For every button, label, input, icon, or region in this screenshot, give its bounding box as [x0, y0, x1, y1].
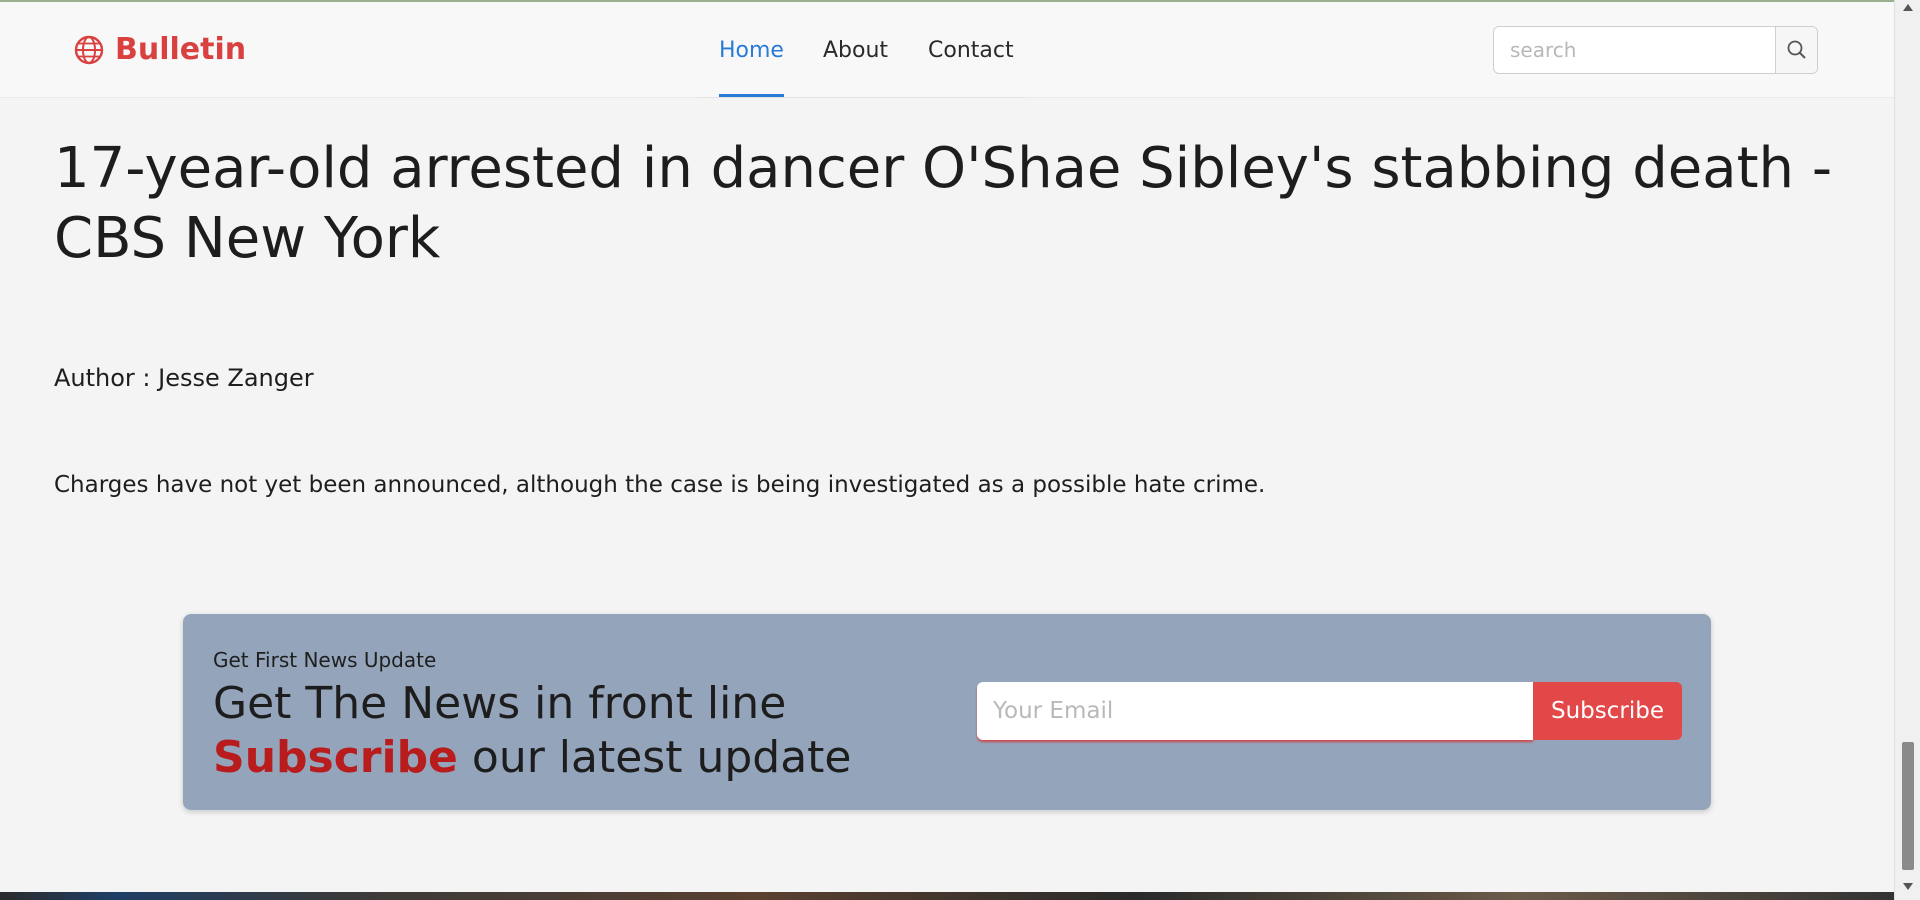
scroll-down-arrow-icon[interactable] [1903, 883, 1913, 890]
newsletter-card: Get First News Update Get The News in fr… [183, 614, 1711, 810]
newsletter-tagline: Subscribe our latest update [213, 732, 851, 783]
main-nav: Home About Contact [698, 2, 1025, 98]
subscribe-button[interactable]: Subscribe [1533, 682, 1682, 740]
scroll-thumb[interactable] [1902, 742, 1914, 870]
search-input[interactable] [1494, 27, 1775, 73]
article-title: 17-year-old arrested in dancer O'Shae Si… [54, 136, 1833, 271]
email-field[interactable] [977, 682, 1533, 740]
newsletter-tagline-tail: our latest update [457, 732, 852, 783]
newsletter-headline: Get The News in front line [213, 678, 787, 729]
search-bar [1493, 26, 1818, 74]
newsletter-kicker: Get First News Update [213, 648, 437, 672]
scroll-up-arrow-icon[interactable] [1903, 4, 1913, 11]
search-icon [1787, 40, 1806, 59]
search-button[interactable] [1775, 27, 1817, 73]
newsletter-accent-word: Subscribe [213, 732, 458, 783]
nav-about[interactable]: About [823, 38, 888, 97]
nav-home[interactable]: Home [719, 38, 784, 97]
globe-icon [74, 35, 104, 64]
article-author: Author : Jesse Zanger [54, 364, 314, 392]
next-section-edge [0, 892, 1894, 900]
top-navbar: Bulletin Home About Contact [0, 2, 1894, 98]
brand-name: Bulletin [115, 32, 247, 67]
brand-logo[interactable]: Bulletin [73, 32, 246, 67]
article-summary: Charges have not yet been announced, alt… [54, 472, 1266, 498]
nav-contact[interactable]: Contact [928, 38, 1014, 97]
vertical-scrollbar[interactable] [1894, 0, 1920, 900]
